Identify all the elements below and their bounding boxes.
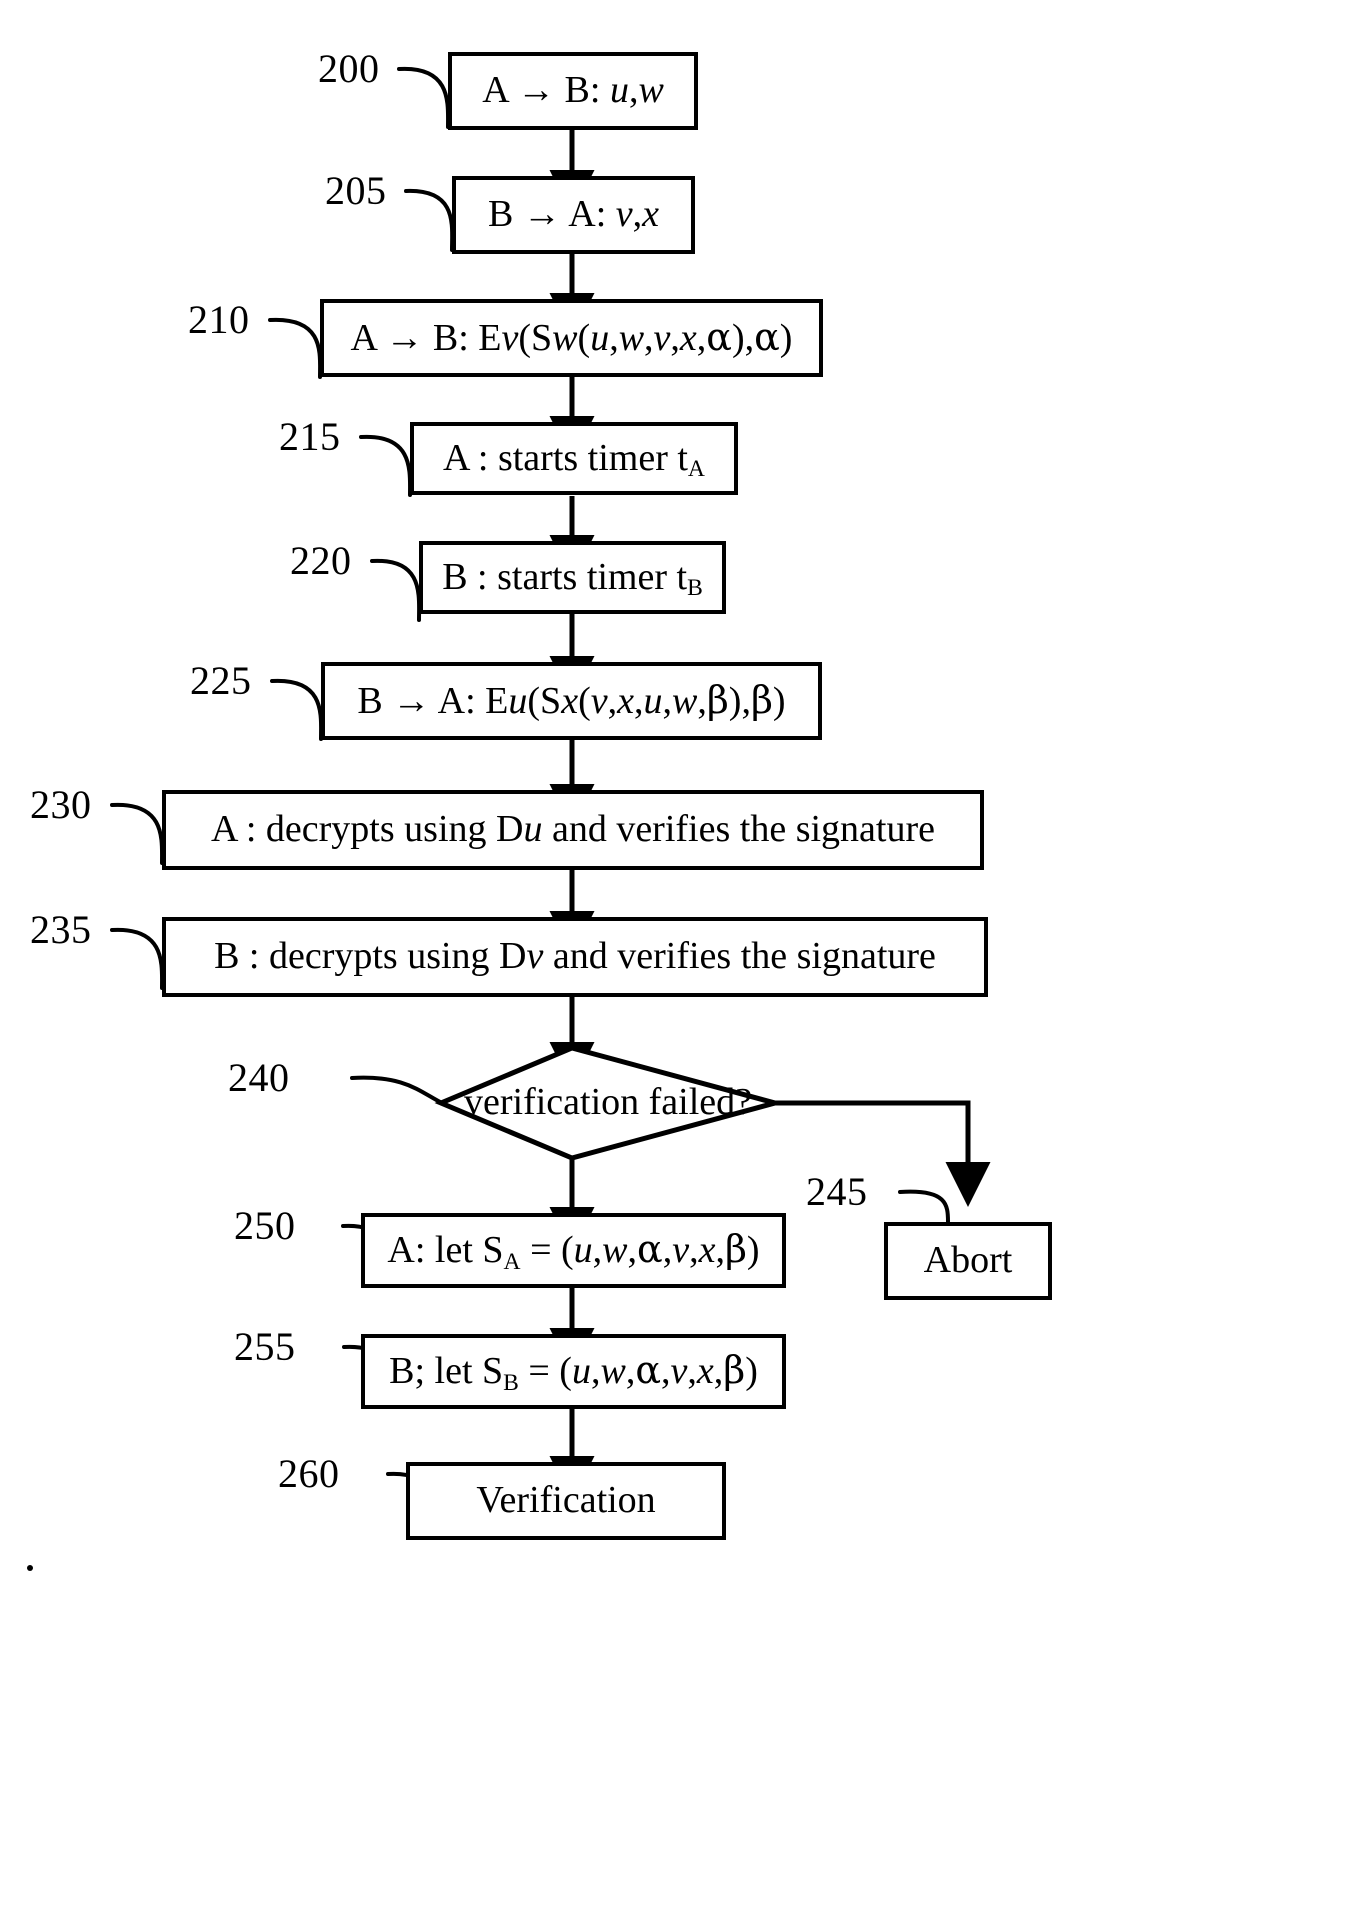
leader-230 xyxy=(110,802,165,865)
node-200-label: A → B: u,w xyxy=(482,69,664,112)
ref-label-240: 240 xyxy=(228,1055,290,1100)
node-260-label: Verification xyxy=(476,1479,656,1522)
ref-label-215: 215 xyxy=(279,414,341,459)
leader-205 xyxy=(404,188,455,252)
ref-label-230: 230 xyxy=(30,782,92,827)
node-240-label: verification failed? xyxy=(463,1081,752,1123)
leader-210 xyxy=(268,317,323,379)
flowchart-canvas: 200 205 210 215 220 225 230 235 240 245 … xyxy=(0,0,1372,1929)
leader-220 xyxy=(370,558,422,622)
ref-label-235: 235 xyxy=(30,907,92,952)
ref-label-210: 210 xyxy=(188,297,250,342)
ref-label-250: 250 xyxy=(234,1203,296,1248)
node-220-b-starts-timer: B : starts timer tB xyxy=(419,541,726,614)
leader-235 xyxy=(110,927,165,990)
leader-245 xyxy=(898,1189,950,1224)
ref-label-220: 220 xyxy=(290,538,352,583)
ref-label-200: 200 xyxy=(318,46,380,91)
node-215-label: A : starts timer tA xyxy=(443,436,705,483)
node-210-label: A → B: Ev(Sw(u,w,v,x,α),α) xyxy=(350,314,793,359)
node-225-label: B → A: Eu(Sx(v,x,u,w,β),β) xyxy=(357,677,786,722)
node-215-a-starts-timer: A : starts timer tA xyxy=(410,422,738,495)
node-255-b-let-sb: B; let SB = (u,w,α,v,x,β) xyxy=(361,1334,786,1409)
node-235-b-decrypts: B : decrypts using Dv and verifies the s… xyxy=(162,917,988,997)
node-250-a-let-sa: A: let SA = (u,w,α,v,x,β) xyxy=(361,1213,786,1288)
node-240-decision: verification failed? xyxy=(441,1048,775,1158)
ref-label-255: 255 xyxy=(234,1324,296,1369)
leader-215 xyxy=(359,434,413,497)
ref-label-225: 225 xyxy=(190,658,252,703)
leader-200 xyxy=(397,66,451,129)
node-255-label: B; let SB = (u,w,α,v,x,β) xyxy=(389,1348,758,1396)
node-210-a-to-b-encrypt: A → B: Ev(Sw(u,w,v,x,α),α) xyxy=(320,299,823,377)
node-230-a-decrypts: A : decrypts using Du and verifies the s… xyxy=(162,790,984,870)
ref-label-205: 205 xyxy=(325,168,387,213)
node-245-label: Abort xyxy=(923,1239,1013,1282)
node-225-b-to-a-encrypt: B → A: Eu(Sx(v,x,u,w,β),β) xyxy=(321,662,822,740)
node-250-label: A: let SA = (u,w,α,v,x,β) xyxy=(387,1227,760,1275)
node-245-abort: Abort xyxy=(884,1222,1052,1300)
node-235-label: B : decrypts using Dv and verifies the s… xyxy=(214,935,936,978)
leader-240 xyxy=(350,1075,444,1105)
node-205-b-to-a-vx: B → A: v,x xyxy=(452,176,695,254)
node-230-label: A : decrypts using Du and verifies the s… xyxy=(211,808,935,851)
node-260-verification: Verification xyxy=(406,1462,726,1540)
node-205-label: B → A: v,x xyxy=(488,193,659,236)
ref-label-260: 260 xyxy=(278,1451,340,1496)
node-200-a-to-b-uw: A → B: u,w xyxy=(448,52,698,130)
scan-artifact xyxy=(27,1565,33,1571)
ref-label-245: 245 xyxy=(806,1169,868,1214)
node-220-label: B : starts timer tB xyxy=(442,555,703,602)
leader-225 xyxy=(270,678,324,741)
branch-240-to-245 xyxy=(775,1100,991,1207)
